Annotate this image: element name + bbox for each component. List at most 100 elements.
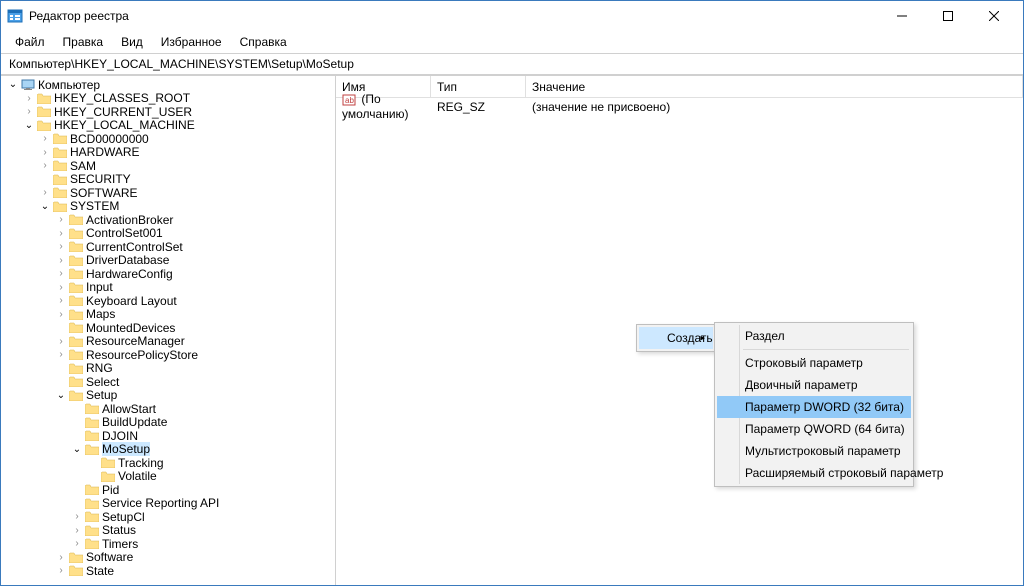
chevron-right-icon[interactable]: › [39,187,51,198]
tree-item[interactable]: ›DriverDatabase [1,254,335,268]
chevron-right-icon[interactable]: › [55,255,67,266]
minimize-button[interactable] [879,1,925,31]
tree-item[interactable]: DJOIN [1,429,335,443]
address-bar[interactable]: Компьютер\HKEY_LOCAL_MACHINE\SYSTEM\Setu… [1,53,1023,75]
tree-item[interactable]: ›Keyboard Layout [1,294,335,308]
menu-view[interactable]: Вид [113,33,151,51]
ctx-create[interactable]: Создать ▸ [639,327,713,349]
tree-item[interactable]: ›SetupCl [1,510,335,524]
tree-pane[interactable]: ⌄ Компьютер › HKEY_CLASSES_ROOT › HKEY_C… [1,76,336,585]
chevron-right-icon[interactable]: › [71,538,83,549]
chevron-right-icon[interactable]: › [55,295,67,306]
close-button[interactable] [971,1,1017,31]
folder-icon [69,565,83,576]
folder-icon [101,471,115,482]
chevron-right-icon[interactable]: › [55,552,67,563]
tree-item[interactable]: SECURITY [1,173,335,187]
tree-item[interactable]: ›Timers [1,537,335,551]
list-row[interactable]: ab (По умолчанию) REG_SZ (значение не пр… [336,98,1023,115]
chevron-right-icon[interactable]: › [55,214,67,225]
tree-item[interactable]: ›CurrentControlSet [1,240,335,254]
tree-item[interactable]: ›State [1,564,335,578]
chevron-right-icon[interactable]: › [39,133,51,144]
chevron-right-icon[interactable]: › [23,106,35,117]
tree-item[interactable]: Service Reporting API [1,497,335,511]
tree-item[interactable]: BuildUpdate [1,416,335,430]
chevron-right-icon[interactable]: › [55,309,67,320]
chevron-down-icon[interactable]: ⌄ [23,120,35,131]
col-header-value[interactable]: Значение [526,76,1023,97]
folder-icon [53,147,67,158]
maximize-button[interactable] [925,1,971,31]
ctx-label: Параметр DWORD (32 бита) [745,400,904,414]
menubar: Файл Правка Вид Избранное Справка [1,31,1023,53]
tree-label: Software [86,550,133,564]
ctx-new-string[interactable]: Строковый параметр [717,352,911,374]
chevron-right-icon[interactable]: › [39,160,51,171]
tree-item[interactable]: ⌄Setup [1,389,335,403]
ctx-new-key[interactable]: Раздел [717,325,911,347]
tree-label: Компьютер [38,78,100,92]
tree-item[interactable]: Select [1,375,335,389]
tree-item[interactable]: › HKEY_CURRENT_USER [1,105,335,119]
tree-item[interactable]: AllowStart [1,402,335,416]
tree-item[interactable]: ›Maps [1,308,335,322]
tree-label: SAM [70,159,96,173]
menu-favorites[interactable]: Избранное [153,33,230,51]
folder-icon [53,160,67,171]
chevron-right-icon[interactable]: › [55,565,67,576]
chevron-right-icon[interactable]: › [55,268,67,279]
tree-item[interactable]: › Software [1,551,335,565]
folder-icon [69,336,83,347]
ctx-new-dword[interactable]: Параметр DWORD (32 бита) [717,396,911,418]
col-header-type[interactable]: Тип [431,76,526,97]
chevron-right-icon[interactable]: › [71,511,83,522]
tree-item[interactable]: ⌄ HKEY_LOCAL_MACHINE [1,119,335,133]
chevron-down-icon[interactable]: ⌄ [71,444,83,455]
list-pane[interactable]: Имя Тип Значение ab (По умолчанию) REG_S… [336,76,1023,585]
chevron-right-icon[interactable]: › [55,282,67,293]
tree-item[interactable]: ›ResourcePolicyStore [1,348,335,362]
menu-edit[interactable]: Правка [55,33,112,51]
tree-item[interactable]: › HKEY_CLASSES_ROOT [1,92,335,106]
ctx-new-qword[interactable]: Параметр QWORD (64 бита) [717,418,911,440]
tree-item[interactable]: Tracking [1,456,335,470]
tree-item[interactable]: › SAM [1,159,335,173]
chevron-right-icon[interactable]: › [71,525,83,536]
chevron-down-icon[interactable]: ⌄ [7,79,19,90]
tree-item[interactable]: ›ResourceManager [1,335,335,349]
chevron-right-icon[interactable]: › [55,228,67,239]
tree-item[interactable]: ⌄SYSTEM [1,200,335,214]
tree-item[interactable]: ›BCD00000000 [1,132,335,146]
chevron-blank [87,457,99,468]
chevron-blank [71,417,83,428]
tree-root[interactable]: ⌄ Компьютер [1,78,335,92]
tree-item[interactable]: MountedDevices [1,321,335,335]
tree-item[interactable]: Pid [1,483,335,497]
chevron-right-icon[interactable]: › [39,147,51,158]
tree-item[interactable]: ›SOFTWARE [1,186,335,200]
tree-item[interactable]: ›ControlSet001 [1,227,335,241]
tree-item[interactable]: Volatile [1,470,335,484]
tree-item[interactable]: ›HardwareConfig [1,267,335,281]
tree-label: ActivationBroker [86,213,173,227]
tree-item[interactable]: › ActivationBroker [1,213,335,227]
chevron-right-icon[interactable]: › [55,349,67,360]
folder-icon [85,430,99,441]
tree-item[interactable]: ›HARDWARE [1,146,335,160]
chevron-down-icon[interactable]: ⌄ [55,390,67,401]
menu-help[interactable]: Справка [232,33,295,51]
ctx-new-multistring[interactable]: Мультистроковый параметр [717,440,911,462]
tree-item[interactable]: RNG [1,362,335,376]
chevron-down-icon[interactable]: ⌄ [39,201,51,212]
tree-label: RNG [86,361,113,375]
menu-file[interactable]: Файл [7,33,53,51]
tree-item[interactable]: ›Status [1,524,335,538]
tree-item-selected[interactable]: ⌄MoSetup [1,443,335,457]
tree-item[interactable]: ›Input [1,281,335,295]
chevron-right-icon[interactable]: › [55,336,67,347]
ctx-new-expandstring[interactable]: Расширяемый строковый параметр [717,462,911,484]
chevron-right-icon[interactable]: › [23,93,35,104]
ctx-new-binary[interactable]: Двоичный параметр [717,374,911,396]
chevron-right-icon[interactable]: › [55,241,67,252]
